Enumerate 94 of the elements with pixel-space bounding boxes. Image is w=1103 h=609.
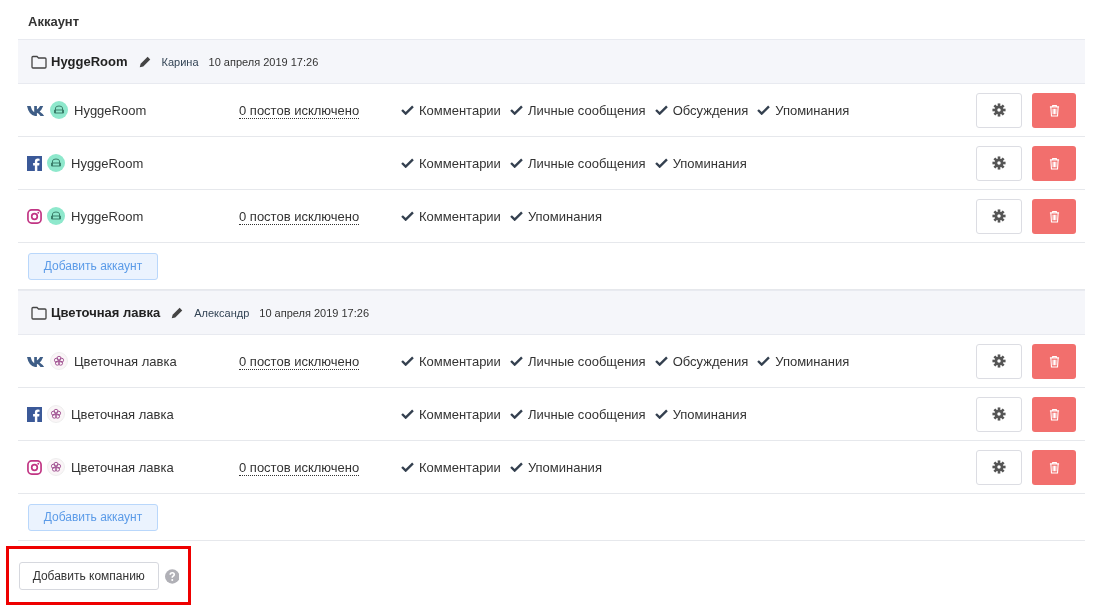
flower-avatar-icon — [47, 458, 65, 476]
delete-button[interactable] — [1032, 145, 1076, 181]
company-name: HyggeRoom — [51, 54, 128, 69]
check-icon — [509, 409, 523, 419]
settings-icon — [992, 460, 1006, 474]
permission-label: Упоминания — [527, 208, 602, 224]
trash-icon — [1048, 156, 1060, 170]
permission-label: Личные сообщения — [527, 155, 646, 171]
check-icon — [654, 105, 668, 115]
vk-icon — [27, 355, 45, 367]
armchair-avatar-icon — [47, 154, 65, 172]
check-icon — [654, 158, 668, 168]
check-icon — [757, 356, 771, 366]
excluded-posts-link[interactable]: 0 постов исключено — [239, 460, 360, 476]
folder-icon — [31, 54, 47, 69]
vk-icon — [27, 104, 45, 116]
check-icon — [401, 462, 414, 472]
account-name: Цветочная лавка — [71, 406, 174, 422]
permission-label: Комментарии — [419, 406, 501, 422]
company-name: Цветочная лавка — [51, 305, 161, 320]
permission-label: Упоминания — [775, 353, 850, 369]
flower-avatar-icon — [50, 352, 68, 370]
check-icon — [401, 158, 414, 168]
check-icon — [509, 211, 523, 221]
check-icon — [401, 105, 414, 115]
section-title: Аккаунт — [27, 13, 81, 31]
trash-icon — [1048, 103, 1060, 117]
edit-icon[interactable] — [137, 54, 152, 69]
permission-label: Обсуждения — [672, 102, 749, 118]
trash-icon — [1048, 460, 1060, 474]
permission-label: Упоминания — [775, 102, 850, 118]
settings-button[interactable] — [976, 145, 1022, 181]
date-text: 10 апреля 2019 17:26 — [208, 55, 319, 68]
check-icon — [654, 409, 668, 419]
permission-label: Обсуждения — [672, 353, 749, 369]
edit-icon[interactable] — [170, 305, 185, 320]
settings-icon — [992, 103, 1006, 117]
settings-button[interactable] — [976, 343, 1022, 379]
delete-button[interactable] — [1032, 396, 1076, 432]
delete-button[interactable] — [1032, 449, 1076, 485]
permission-label: Комментарии — [419, 353, 501, 369]
permission-label: Личные сообщения — [527, 102, 646, 118]
flower-avatar-icon — [47, 405, 65, 423]
check-icon — [401, 356, 414, 366]
permission-label: Личные сообщения — [527, 353, 646, 369]
settings-button[interactable] — [976, 92, 1022, 128]
check-icon — [509, 462, 523, 472]
armchair-avatar-icon — [50, 101, 68, 119]
check-icon — [757, 105, 771, 115]
author-name: Карина — [161, 55, 199, 68]
check-icon — [509, 158, 523, 168]
armchair-avatar-icon — [47, 207, 65, 225]
excluded-posts-link[interactable]: 0 постов исключено — [239, 209, 360, 225]
account-name: HyggeRoom — [71, 155, 144, 171]
delete-button[interactable] — [1032, 92, 1076, 128]
account-name: HyggeRoom — [71, 208, 144, 224]
date-text: 10 апреля 2019 17:26 — [259, 306, 369, 319]
check-icon — [401, 211, 414, 221]
facebook-icon — [27, 155, 42, 171]
trash-icon — [1048, 407, 1060, 421]
settings-button[interactable] — [976, 198, 1022, 234]
account-name: Цветочная лавка — [74, 353, 177, 369]
permission-label: Упоминания — [527, 459, 602, 475]
excluded-posts-link[interactable]: 0 постов исключено — [239, 354, 360, 370]
trash-icon — [1048, 209, 1060, 223]
check-icon — [509, 105, 523, 115]
check-icon — [654, 356, 668, 366]
permission-label: Личные сообщения — [527, 406, 646, 422]
folder-icon — [31, 305, 47, 320]
permission-label: Комментарии — [419, 102, 501, 118]
settings-icon — [992, 407, 1006, 421]
settings-icon — [992, 156, 1006, 170]
permission-label: Комментарии — [419, 155, 501, 171]
delete-button[interactable] — [1032, 198, 1076, 234]
settings-icon — [992, 209, 1006, 223]
check-icon — [401, 409, 414, 419]
permission-label: Комментарии — [419, 208, 501, 224]
account-name: HyggeRoom — [74, 102, 147, 118]
author-name: Александр — [194, 306, 250, 319]
facebook-icon — [27, 406, 42, 422]
permission-label: Упоминания — [672, 406, 747, 422]
settings-button[interactable] — [976, 449, 1022, 485]
excluded-posts-link[interactable]: 0 постов исключено — [239, 103, 360, 119]
delete-button[interactable] — [1032, 343, 1076, 379]
settings-icon — [992, 354, 1006, 368]
permission-label: Упоминания — [672, 155, 747, 171]
permission-label: Комментарии — [419, 459, 501, 475]
account-name: Цветочная лавка — [71, 459, 174, 475]
instagram-icon — [27, 208, 42, 224]
trash-icon — [1048, 354, 1060, 368]
settings-button[interactable] — [976, 396, 1022, 432]
check-icon — [509, 356, 523, 366]
instagram-icon — [27, 459, 42, 475]
add-company-button[interactable]: Добавить компанию — [19, 562, 159, 590]
